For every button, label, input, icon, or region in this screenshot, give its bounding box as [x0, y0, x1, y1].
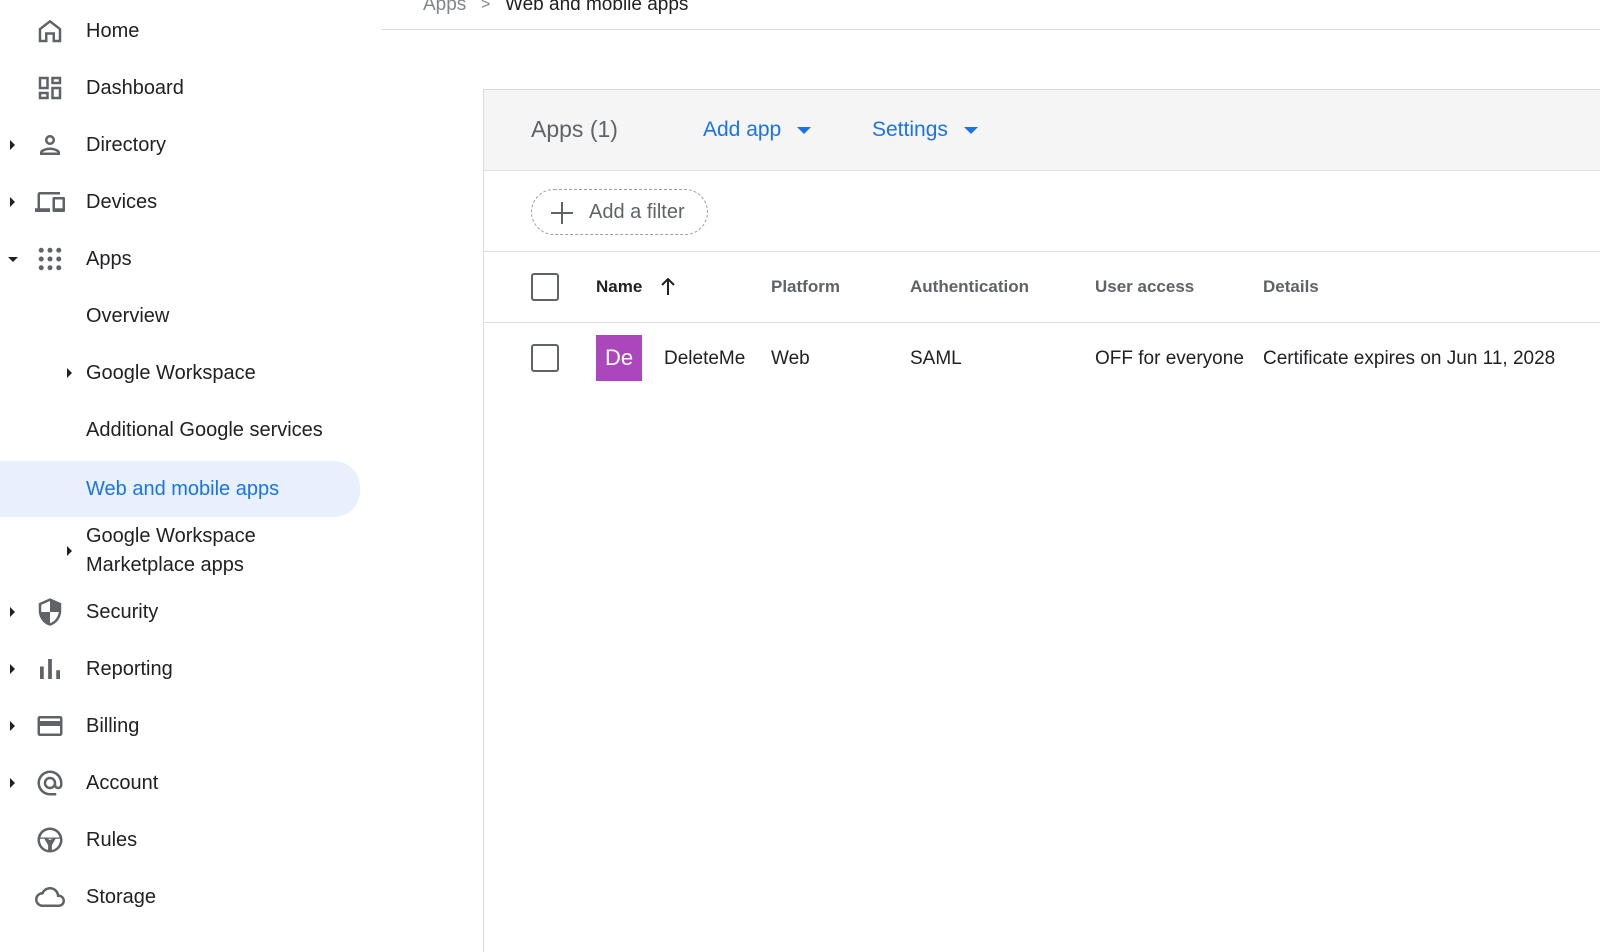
- column-header-user-access: User access: [1095, 277, 1195, 296]
- sidebar-item-label: Overview: [86, 305, 170, 327]
- sidebar-item-marketplace-apps[interactable]: Google Workspace Marketplace apps: [0, 519, 360, 583]
- sidebar-item-web-and-mobile-apps[interactable]: Web and mobile apps: [0, 461, 360, 517]
- breadcrumb-apps-link[interactable]: Apps: [423, 0, 466, 16]
- table-row[interactable]: De DeleteMe Web SAML OFF for everyone Ce…: [484, 324, 1600, 394]
- expand-caret-icon[interactable]: [10, 607, 15, 617]
- column-header-details: Details: [1263, 277, 1319, 296]
- sidebar-item-billing[interactable]: Billing: [0, 700, 360, 752]
- sidebar-item-label: Devices: [86, 191, 158, 213]
- sort-ascending-icon[interactable]: [660, 278, 676, 296]
- expand-caret-icon[interactable]: [67, 368, 72, 378]
- app-name-link[interactable]: DeleteMe: [664, 348, 745, 370]
- sidebar-item-label: Storage: [86, 886, 157, 908]
- select-all-checkbox[interactable]: [531, 273, 559, 301]
- app-avatar: De: [596, 335, 642, 381]
- sidebar-item-label: Web and mobile apps: [86, 478, 280, 500]
- expand-caret-icon[interactable]: [10, 721, 15, 731]
- add-filter-label: Add a filter: [589, 200, 685, 223]
- settings-label: Settings: [872, 118, 948, 141]
- sidebar-item-google-workspace[interactable]: Google Workspace: [0, 347, 360, 399]
- page-title: Web and mobile apps: [505, 0, 689, 15]
- apps-grid-icon: [34, 243, 66, 275]
- add-app-button[interactable]: Add app: [703, 118, 812, 142]
- add-app-label: Add app: [703, 118, 782, 141]
- sidebar-item-label: Reporting: [86, 658, 173, 680]
- sidebar-item-dashboard[interactable]: Dashboard: [0, 62, 360, 114]
- app-details: Certificate expires on Jun 11, 2028: [1263, 348, 1556, 369]
- sidebar-item-security[interactable]: Security: [0, 586, 360, 638]
- app-platform: Web: [771, 348, 810, 369]
- sidebar-item-home[interactable]: Home: [0, 5, 360, 57]
- plus-icon: [551, 202, 573, 224]
- card-header: Apps (1) Add app Settings: [484, 90, 1600, 171]
- sidebar-item-label: Apps: [86, 248, 132, 270]
- sidebar-item-directory[interactable]: Directory: [0, 119, 360, 171]
- row-checkbox[interactable]: [531, 344, 559, 372]
- collapse-caret-icon[interactable]: [8, 257, 18, 262]
- at-sign-icon: [34, 767, 66, 799]
- person-icon: [34, 129, 66, 161]
- home-icon: [34, 15, 66, 47]
- dropdown-arrow-icon: [963, 126, 978, 134]
- sidebar-item-label: Account: [86, 772, 159, 794]
- settings-button[interactable]: Settings: [872, 118, 978, 142]
- apps-count-title: Apps (1): [531, 116, 618, 142]
- apps-card: Apps (1) Add app Settings Add a filter N…: [483, 89, 1600, 952]
- sidebar-item-devices[interactable]: Devices: [0, 176, 360, 228]
- sidebar-item-label: Additional Google services: [86, 419, 323, 441]
- sidebar-item-additional-google-services[interactable]: Additional Google services: [0, 404, 360, 456]
- breadcrumb-separator-icon: >: [481, 0, 491, 13]
- rules-icon: [34, 824, 66, 856]
- sidebar-item-label: Directory: [86, 134, 167, 156]
- sidebar-item-label: Rules: [86, 829, 138, 851]
- devices-icon: [34, 186, 66, 218]
- dropdown-arrow-icon: [797, 126, 812, 134]
- sidebar-item-rules[interactable]: Rules: [0, 814, 360, 866]
- app-authentication: SAML: [910, 348, 962, 369]
- bar-chart-icon: [34, 653, 66, 685]
- sidebar-item-label: Google Workspace Marketplace apps: [86, 525, 256, 576]
- add-filter-button[interactable]: Add a filter: [531, 189, 708, 235]
- sidebar-item-overview[interactable]: Overview: [0, 290, 360, 342]
- column-header-authentication: Authentication: [910, 277, 1029, 296]
- sidebar-item-label: Home: [86, 20, 140, 42]
- expand-caret-icon[interactable]: [10, 197, 15, 207]
- column-header-name[interactable]: Name: [596, 277, 642, 297]
- top-bar: Apps > Web and mobile apps: [381, 0, 1600, 30]
- sidebar-item-reporting[interactable]: Reporting: [0, 643, 360, 695]
- expand-caret-icon[interactable]: [10, 664, 15, 674]
- app-user-access: OFF for everyone: [1095, 348, 1244, 369]
- expand-caret-icon[interactable]: [67, 546, 72, 556]
- dashboard-icon: [34, 72, 66, 104]
- cloud-icon: [34, 881, 66, 913]
- sidebar-item-apps[interactable]: Apps: [0, 233, 360, 285]
- expand-caret-icon[interactable]: [10, 778, 15, 788]
- credit-card-icon: [34, 710, 66, 742]
- expand-caret-icon[interactable]: [10, 140, 15, 150]
- sidebar-item-label: Security: [86, 601, 159, 623]
- column-header-platform: Platform: [771, 277, 840, 296]
- filter-row: Add a filter: [484, 172, 1600, 252]
- table-header: Name Platform Authentication User access…: [484, 253, 1600, 323]
- sidebar-item-label: Dashboard: [86, 77, 184, 99]
- sidebar: Home Dashboard Directory Devices Apps Ov…: [0, 0, 372, 952]
- sidebar-item-account[interactable]: Account: [0, 757, 360, 809]
- shield-icon: [34, 596, 66, 628]
- sidebar-item-label: Billing: [86, 715, 140, 737]
- sidebar-item-storage[interactable]: Storage: [0, 871, 360, 923]
- sidebar-item-label: Google Workspace: [86, 362, 256, 384]
